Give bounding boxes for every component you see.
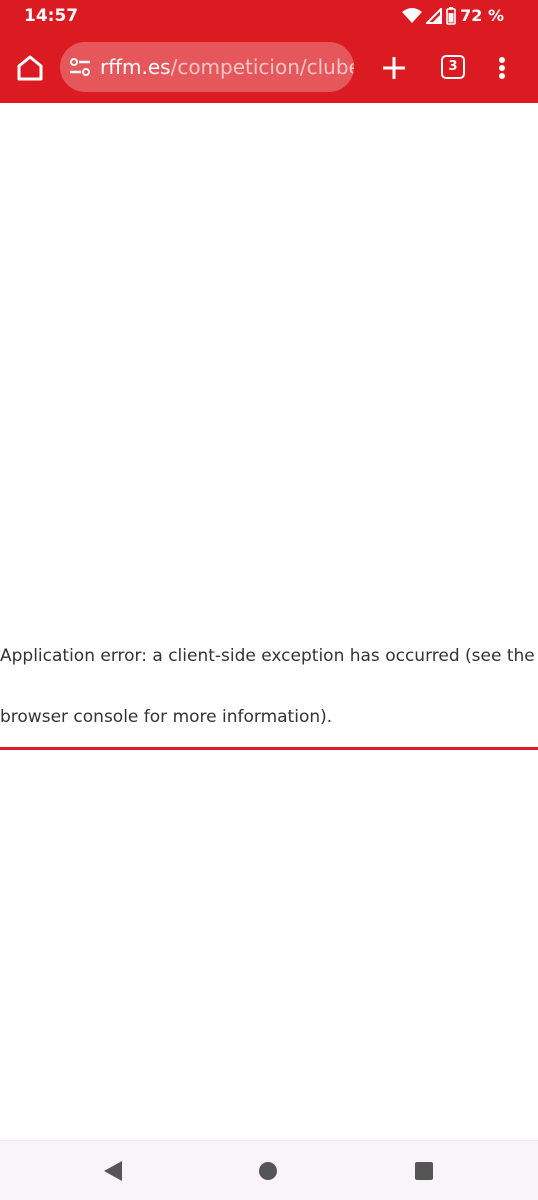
home-circle-icon[interactable]: [258, 1161, 278, 1181]
url-path: /competicion/clubes: [170, 55, 354, 79]
plus-icon[interactable]: [378, 52, 410, 84]
tune-icon[interactable]: [68, 55, 92, 79]
application-error-message: Application error: a client-side excepti…: [0, 646, 535, 727]
wifi-icon: [402, 7, 423, 23]
status-icons: 72 %: [402, 6, 504, 25]
url-domain: rffm.es: [100, 55, 171, 79]
signal-icon: [426, 7, 443, 24]
system-navigation-bar: [0, 1140, 538, 1200]
browser-toolbar: rffm.es/competicion/clubes 3: [0, 34, 538, 103]
status-time: 14:57: [24, 6, 79, 26]
tab-switcher-button[interactable]: 3: [441, 55, 465, 79]
recents-square-icon[interactable]: [414, 1161, 434, 1181]
home-icon[interactable]: [14, 52, 46, 84]
more-vert-icon[interactable]: [490, 52, 514, 84]
url-bar[interactable]: rffm.es/competicion/clubes: [60, 42, 354, 92]
battery-level: 72 %: [460, 6, 504, 25]
divider: [0, 747, 538, 750]
battery-icon: [446, 6, 456, 25]
url-text[interactable]: rffm.es/competicion/clubes: [100, 55, 354, 79]
back-triangle-icon[interactable]: [102, 1160, 124, 1182]
status-bar: 14:57 72 %: [0, 0, 538, 34]
